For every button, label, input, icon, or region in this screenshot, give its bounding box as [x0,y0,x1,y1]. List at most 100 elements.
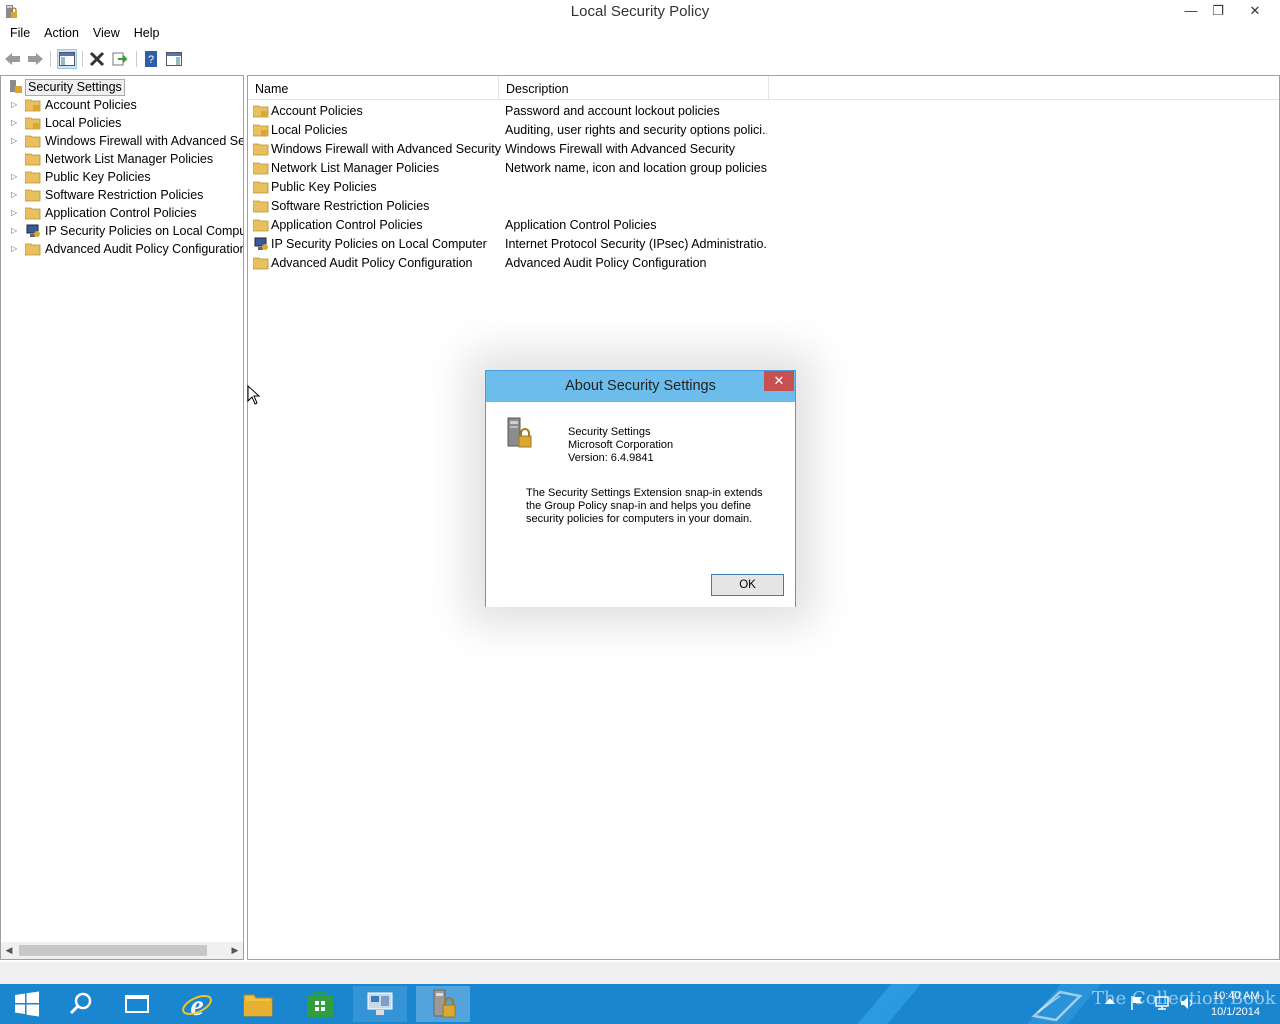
tree-item-account-policies[interactable]: ▷ Account Policies [1,96,243,114]
row-name: Account Policies [271,104,363,118]
row-name: Application Control Policies [271,218,423,232]
console-tree-pane[interactable]: Security Settings ▷ Account Policies ▷ L… [0,75,244,960]
toolbar-separator [50,51,51,67]
tree-item-local-policies[interactable]: ▷ Local Policies [1,114,243,132]
tree-item-ip-security[interactable]: ▷ IP Security Policies on Local Computer [1,222,243,240]
tree-item-label: Account Policies [45,98,137,112]
expand-arrow-icon[interactable]: ▷ [11,96,19,114]
list-row[interactable]: Application Control Policies Application… [248,216,1279,235]
lock-folder-icon [253,105,269,118]
action-center-tray[interactable] [1130,995,1144,1024]
internet-explorer-button[interactable]: e [170,986,224,1022]
show-hidden-icons[interactable] [1104,996,1116,1024]
tree-horizontal-scrollbar[interactable]: ◀ ▶ [1,942,243,959]
tree-item-advanced-audit[interactable]: ▷ Advanced Audit Policy Configuration [1,240,243,258]
tree-item-label: Local Policies [45,116,122,130]
store-icon [307,991,333,1017]
row-description: Application Control Policies [505,218,657,232]
window-title: Local Security Policy [570,3,710,20]
list-row[interactable]: IP Security Policies on Local Computer I… [248,235,1279,254]
list-row[interactable]: Network List Manager Policies Network na… [248,159,1279,178]
row-name: Public Key Policies [271,180,377,194]
search-button[interactable] [54,986,108,1022]
menu-help[interactable]: Help [127,24,167,44]
tree-item-software-restriction[interactable]: ▷ Software Restriction Policies [1,186,243,204]
list-row[interactable]: Windows Firewall with Advanced Security … [248,140,1279,159]
dialog-title-bar[interactable]: About Security Settings ✕ [486,371,795,402]
expand-arrow-icon[interactable]: ▷ [11,114,19,132]
expand-arrow-icon[interactable]: ▷ [11,222,19,240]
tree-root-label: Security Settings [25,79,125,96]
list-row[interactable]: Account Policies Password and account lo… [248,102,1279,121]
scrollbar-thumb[interactable] [19,945,207,956]
speaker-icon [1181,997,1193,1009]
local-security-policy-icon [433,989,456,1018]
minimize-button[interactable]: — [1176,0,1206,22]
folder-icon [25,153,41,166]
folder-icon [253,257,269,270]
menu-action[interactable]: Action [37,24,86,44]
tree-item-label: Application Control Policies [45,206,197,220]
tree-item-application-control[interactable]: ▷ Application Control Policies [1,204,243,222]
server-manager-button[interactable] [353,986,407,1022]
volume-tray[interactable] [1179,995,1195,1024]
close-window-button[interactable]: ✕ [1240,0,1270,22]
restore-button[interactable]: ❐ [1203,0,1233,22]
tree-root-security-settings[interactable]: Security Settings [1,78,243,96]
action-pane-button[interactable] [164,49,184,69]
expand-arrow-icon[interactable]: ▷ [11,240,19,258]
tree-item-network-list-manager[interactable]: Network List Manager Policies [1,150,243,168]
tree-item-label: Network List Manager Policies [45,152,214,166]
folder-icon [25,207,41,220]
row-description: Network name, icon and location group po… [505,161,767,175]
security-settings-icon [10,80,22,93]
tree-item-label: Public Key Policies [45,170,151,184]
forward-button[interactable] [25,49,45,69]
dialog-close-button[interactable]: ✕ [764,371,794,391]
show-hide-tree-button[interactable] [57,49,77,69]
security-settings-server-icon [507,417,532,448]
local-security-policy-taskbar-button[interactable] [416,986,470,1022]
ok-button[interactable]: OK [711,574,784,596]
folder-icon [253,200,269,213]
start-button[interactable] [0,986,54,1022]
menu-view[interactable]: View [86,24,127,44]
column-header-name[interactable]: Name [248,76,499,100]
back-button[interactable] [3,49,23,69]
row-description: Auditing, user rights and security optio… [505,123,767,137]
back-arrow-icon [5,53,20,65]
store-button[interactable] [293,986,347,1022]
clock-date[interactable]: 10/1/2014 [1211,1006,1260,1018]
file-explorer-button[interactable] [231,986,285,1022]
help-button[interactable]: ? [141,49,161,69]
flag-icon [1131,996,1142,1010]
list-row[interactable]: Software Restriction Policies [248,197,1279,216]
company-name: Microsoft Corporation [568,439,674,451]
scroll-right-icon[interactable]: ▶ [227,942,243,959]
delete-button[interactable] [87,49,107,69]
menu-bar: File Action View Help [0,24,1280,44]
list-row[interactable]: Public Key Policies [248,178,1279,197]
svg-text:?: ? [148,54,154,66]
expand-arrow-icon[interactable]: ▷ [11,132,19,150]
dialog-title: About Security Settings [565,378,716,394]
row-name: Windows Firewall with Advanced Security [271,142,501,156]
list-row[interactable]: Local Policies Auditing, user rights and… [248,121,1279,140]
column-header-description[interactable]: Description [499,76,769,100]
menu-file[interactable]: File [3,24,37,44]
dialog-body: Security Settings Microsoft Corporation … [486,402,795,607]
tree-item-windows-firewall[interactable]: ▷ Windows Firewall with Advanced Securit… [1,132,243,150]
expand-arrow-icon[interactable]: ▷ [11,168,19,186]
product-name: Security Settings [568,426,651,438]
tree-item-public-key-policies[interactable]: ▷ Public Key Policies [1,168,243,186]
network-tray[interactable] [1154,995,1170,1024]
expand-arrow-icon[interactable]: ▷ [11,186,19,204]
task-view-button[interactable] [110,986,164,1022]
export-list-button[interactable] [110,49,130,69]
list-row[interactable]: Advanced Audit Policy Configuration Adva… [248,254,1279,273]
clock-time[interactable]: 10:40 AM [1213,990,1259,1002]
forward-arrow-icon [28,53,43,65]
chevron-up-icon [1105,998,1115,1004]
scroll-left-icon[interactable]: ◀ [1,942,17,959]
expand-arrow-icon[interactable]: ▷ [11,204,19,222]
